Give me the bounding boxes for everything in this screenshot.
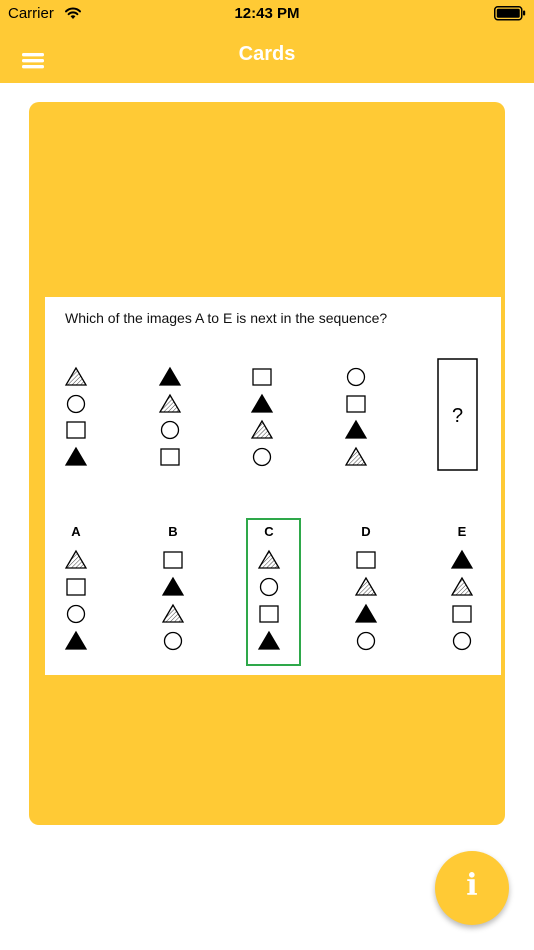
sequence-frames	[64, 366, 368, 467]
shape-square	[252, 368, 272, 386]
shape-circle	[356, 631, 376, 651]
option-label: A	[71, 524, 81, 539]
shape-triangle-filled	[354, 603, 378, 623]
navigation-bar: Cards	[0, 28, 534, 83]
answer-option-e: E	[450, 524, 474, 651]
option-label: B	[168, 524, 177, 539]
shape-triangle-hatched	[64, 549, 88, 569]
missing-frame: ?	[437, 358, 478, 471]
puzzle-image: Which of the images A to E is next in th…	[45, 297, 501, 675]
status-bar: Carrier 12:43 PM	[0, 0, 534, 28]
info-button[interactable]: i	[435, 851, 509, 925]
shape-triangle-filled	[257, 630, 281, 650]
shape-triangle-hatched	[250, 419, 274, 439]
shape-circle	[452, 631, 472, 651]
shape-circle	[259, 577, 279, 597]
answer-options: A B C D E	[64, 518, 474, 666]
shape-triangle-filled	[64, 630, 88, 650]
info-icon: i	[466, 868, 478, 903]
shape-triangle-hatched	[158, 393, 182, 413]
shape-circle	[163, 631, 183, 651]
shape-triangle-hatched	[257, 549, 281, 569]
puzzle-figure: ? A B C D E	[64, 358, 478, 666]
page-title: Cards	[238, 43, 296, 65]
option-label: C	[264, 524, 274, 539]
shape-square	[66, 421, 86, 439]
shape-triangle-filled	[344, 419, 368, 439]
shape-circle	[66, 604, 86, 624]
shape-triangle-filled	[161, 576, 185, 596]
shape-square	[259, 605, 279, 623]
sequence-frame	[158, 366, 182, 466]
shape-triangle-hatched	[344, 446, 368, 466]
shape-triangle-filled	[64, 446, 88, 466]
status-time: 12:43 PM	[234, 5, 300, 22]
shape-triangle-filled	[158, 366, 182, 386]
shape-triangle-filled	[450, 549, 474, 569]
answer-option-a: A	[64, 524, 88, 650]
shape-triangle-hatched	[450, 576, 474, 596]
answer-option-d: D	[354, 524, 378, 651]
sequence-frame	[250, 368, 274, 467]
sequence-frame	[344, 367, 368, 466]
option-label: E	[458, 524, 467, 539]
shape-circle	[346, 367, 366, 387]
shape-triangle-hatched	[64, 366, 88, 386]
shape-circle	[66, 394, 86, 414]
shape-triangle-hatched	[354, 576, 378, 596]
answer-option-c: C	[246, 518, 301, 666]
shape-triangle-filled	[250, 393, 274, 413]
answer-option-b: B	[161, 524, 185, 651]
shape-square	[160, 448, 180, 466]
shape-circle	[252, 447, 272, 467]
shape-square	[452, 605, 472, 623]
shape-square	[66, 578, 86, 596]
missing-symbol: ?	[452, 405, 463, 427]
sequence-frame	[64, 366, 88, 466]
option-label: D	[361, 524, 370, 539]
shape-triangle-hatched	[161, 603, 185, 623]
shape-circle	[160, 420, 180, 440]
shape-square	[346, 395, 366, 413]
shape-square	[163, 551, 183, 569]
shape-square	[356, 551, 376, 569]
battery-icon	[494, 6, 526, 21]
